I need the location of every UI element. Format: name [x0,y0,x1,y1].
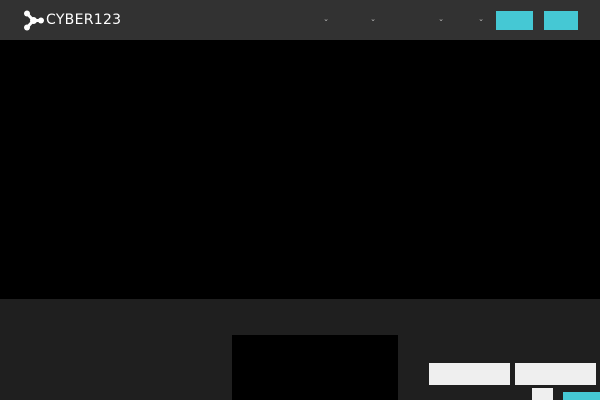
logo-text: CYBER123 [46,12,122,28]
nav-dropdown-1-chevron-down-icon[interactable]: ⌄ [322,15,330,23]
content-media-block [232,335,398,400]
molecule-logo-icon [24,10,44,30]
header-button-2[interactable] [544,11,578,30]
light-button-2[interactable] [515,363,596,385]
page: CYBER123 ⌄ ⌄ ⌄ ⌄ [0,0,600,400]
top-navbar: CYBER123 ⌄ ⌄ ⌄ ⌄ [0,0,600,40]
small-cyan-button[interactable] [563,392,600,400]
nav-dropdown-4-chevron-down-icon[interactable]: ⌄ [477,15,485,23]
hero-media-area [0,40,600,299]
nav-dropdown-3-chevron-down-icon[interactable]: ⌄ [437,15,445,23]
small-light-button[interactable] [532,388,553,400]
header-button-1[interactable] [496,11,533,30]
logo-link[interactable]: CYBER123 [23,9,121,31]
light-button-1[interactable] [429,363,510,385]
nav-dropdown-2-chevron-down-icon[interactable]: ⌄ [369,15,377,23]
